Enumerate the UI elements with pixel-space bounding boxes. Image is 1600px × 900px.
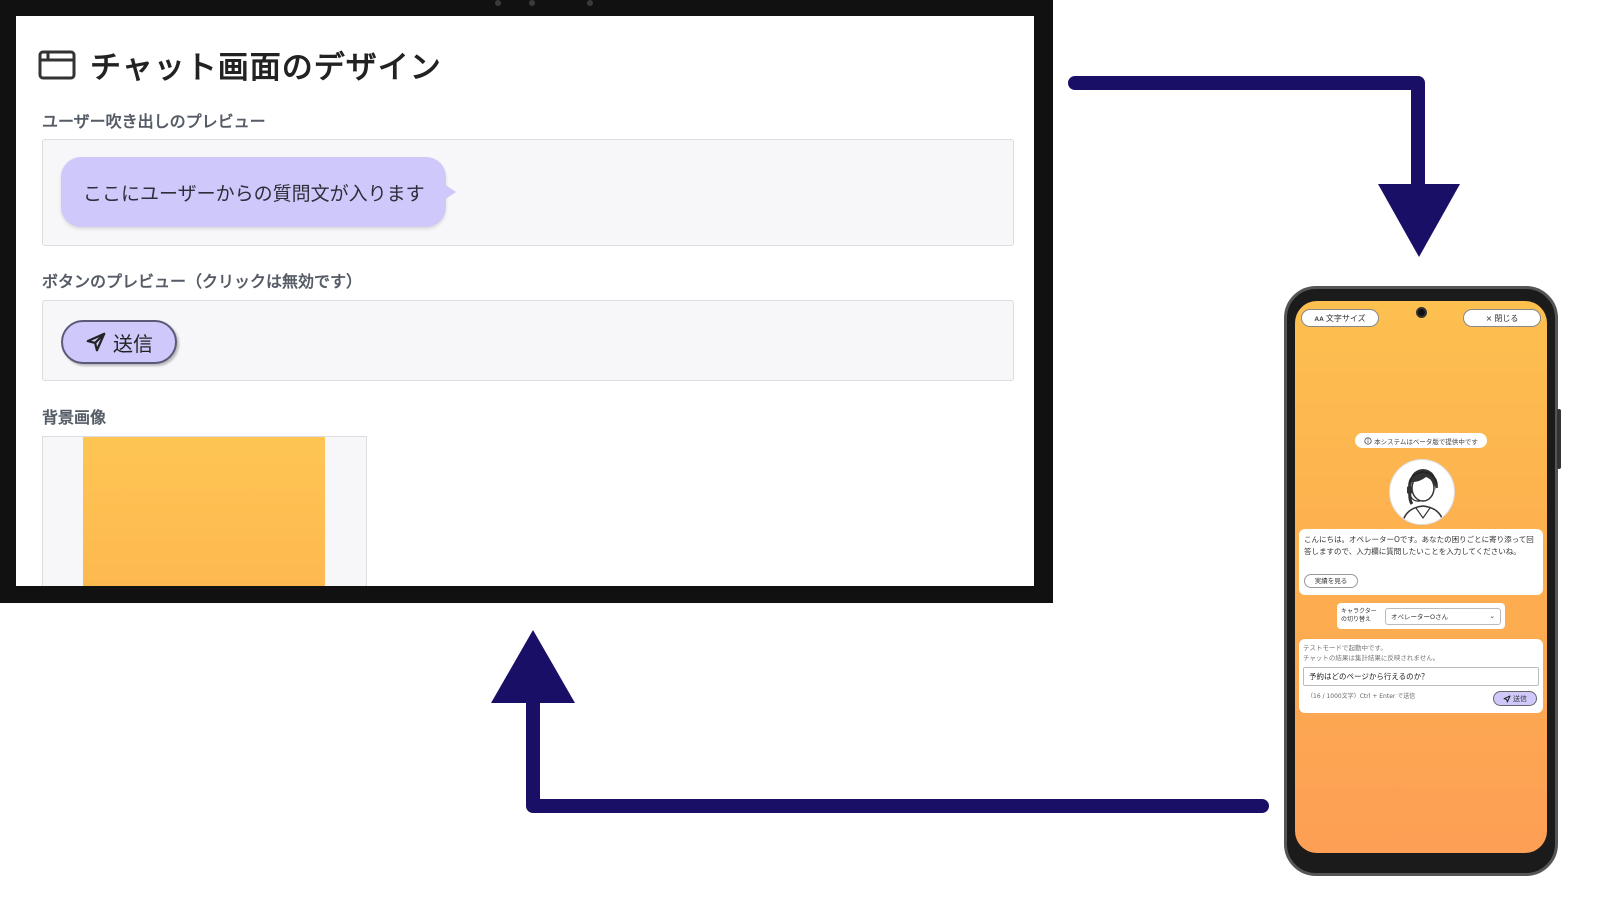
character-switch-label: キャラクターの切り替え <box>1341 608 1377 623</box>
operator-avatar <box>1389 459 1455 525</box>
user-chat-bubble: ここにユーザーからの質問文が入ります <box>61 157 456 227</box>
phone-chat-screen: ᴀᴀ 文字サイズ × 閉じる 本システムはベータ版で提供中です こんにちは。オペ… <box>1295 301 1547 853</box>
background-image-frame <box>42 436 367 586</box>
beta-notice: 本システムはベータ版で提供中です <box>1355 433 1487 448</box>
greeting-text: こんにちは。オペレーターOです。あなたの困りごとに寄り添って回答しますので、入力… <box>1304 535 1534 556</box>
chevron-down-icon: ⌄ <box>1489 612 1495 620</box>
bubble-preview-label: ユーザー吹き出しのプレビュー <box>42 112 266 131</box>
phone-side-button <box>1557 409 1561 469</box>
font-size-button[interactable]: ᴀᴀ 文字サイズ <box>1301 309 1379 327</box>
view-records-button[interactable]: 実績を見る <box>1304 574 1358 588</box>
operator-avatar-icon <box>1401 469 1445 524</box>
button-preview-label: ボタンのプレビュー（クリックは無効です） <box>42 272 363 291</box>
character-switch: キャラクターの切り替え オペレーターOさん ⌄ <box>1337 603 1505 629</box>
settings-screen: チャット画面のデザイン ユーザー吹き出しのプレビュー ここにユーザーからの質問文… <box>16 16 1034 586</box>
test-mode-note-1: テストモードで起動中です。 <box>1303 644 1387 652</box>
greeting-message: こんにちは。オペレーターOです。あなたの困りごとに寄り添って回答しますので、入力… <box>1299 529 1543 595</box>
send-icon <box>1503 695 1511 702</box>
chat-input[interactable]: 予約はどのページから行えるのか？ <box>1303 667 1539 686</box>
page-header: チャット画面のデザイン <box>38 42 442 87</box>
send-icon <box>86 332 106 352</box>
bubble-preview-box: ここにユーザーからの質問文が入ります <box>42 139 1014 246</box>
smartphone: ᴀᴀ 文字サイズ × 閉じる 本システムはベータ版で提供中です こんにちは。オペ… <box>1284 286 1561 876</box>
arrow-to-phone <box>1068 76 1460 257</box>
send-button-label: 送信 <box>1513 694 1527 703</box>
font-size-label: 文字サイズ <box>1325 313 1366 323</box>
chat-input-area: テストモードで起動中です。 チャットの結果は集計結果に反映されません。 予約はど… <box>1299 639 1543 713</box>
character-select[interactable]: オペレーターOさん ⌄ <box>1385 607 1501 625</box>
window-icon <box>38 50 76 79</box>
arrow-to-monitor <box>491 630 1269 813</box>
send-button[interactable]: 送信 <box>1493 691 1537 706</box>
button-preview-box: 送信 <box>42 300 1014 381</box>
char-count: （16 / 1000文字）Ctrl + Enter で送信 <box>1307 693 1416 700</box>
close-label: 閉じる <box>1494 313 1519 323</box>
send-button-preview: 送信 <box>61 320 177 364</box>
monitor-frame: チャット画面のデザイン ユーザー吹き出しのプレビュー ここにユーザーからの質問文… <box>0 0 1053 603</box>
character-selected-value: オペレーターOさん <box>1391 613 1449 621</box>
close-icon: × <box>1485 313 1493 323</box>
front-camera <box>1416 307 1427 318</box>
background-image-preview[interactable] <box>83 437 325 586</box>
font-size-icon: ᴀᴀ <box>1314 313 1324 323</box>
test-mode-note-2: チャットの結果は集計結果に反映されません。 <box>1303 654 1440 662</box>
monitor-webcam-dots <box>495 0 605 6</box>
background-image-label: 背景画像 <box>42 408 107 427</box>
beta-notice-text: 本システムはベータ版で提供中です <box>1374 437 1478 446</box>
page-title: チャット画面のデザイン <box>90 50 442 86</box>
info-icon <box>1364 436 1372 445</box>
close-button[interactable]: × 閉じる <box>1463 309 1541 327</box>
send-button-label: 送信 <box>113 331 153 356</box>
